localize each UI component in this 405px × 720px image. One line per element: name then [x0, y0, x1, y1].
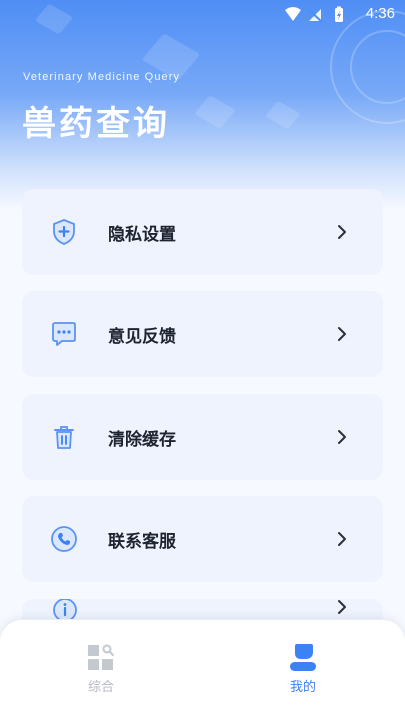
bottom-navigation: 综合 我的 [0, 620, 405, 720]
user-icon [290, 644, 316, 671]
menu-item-label: 意见反馈 [108, 327, 176, 347]
tab-label: 我的 [289, 680, 316, 695]
menu-item-clear-cache[interactable]: 清除缓存 [22, 394, 383, 480]
wifi-icon [285, 7, 301, 21]
tab-mine[interactable]: 我的 [263, 640, 343, 700]
menu-item-privacy-settings[interactable]: 隐私设置 [22, 189, 383, 275]
status-bar: 4:36 [0, 0, 405, 30]
menu-item-contact-service[interactable]: 联系客服 [22, 496, 383, 582]
shield-plus-icon [53, 219, 75, 245]
menu-item-feedback[interactable]: 意见反馈 [22, 291, 383, 377]
menu-item-label: 清除缓存 [108, 430, 176, 450]
chevron-right-icon [338, 532, 346, 546]
tab-general[interactable]: 综合 [61, 640, 141, 700]
tab-label: 综合 [87, 680, 114, 695]
grid-search-icon [88, 644, 114, 670]
menu-item-partial[interactable] [22, 599, 383, 619]
trash-icon [54, 426, 74, 449]
chevron-right-icon [338, 430, 346, 444]
menu-item-label: 隐私设置 [108, 225, 176, 245]
chevron-right-icon [338, 327, 346, 341]
phone-icon [51, 526, 77, 552]
info-icon [53, 599, 77, 619]
chevron-right-icon [338, 225, 346, 239]
page-title: 兽药查询 [22, 104, 170, 144]
menu-item-label: 联系客服 [108, 532, 176, 552]
status-time: 4:36 [365, 5, 395, 22]
chat-bubble-icon [52, 322, 76, 346]
app-subtitle: Veterinary Medicine Query [23, 71, 181, 83]
chevron-right-icon [338, 600, 346, 614]
status-icons [285, 6, 343, 23]
